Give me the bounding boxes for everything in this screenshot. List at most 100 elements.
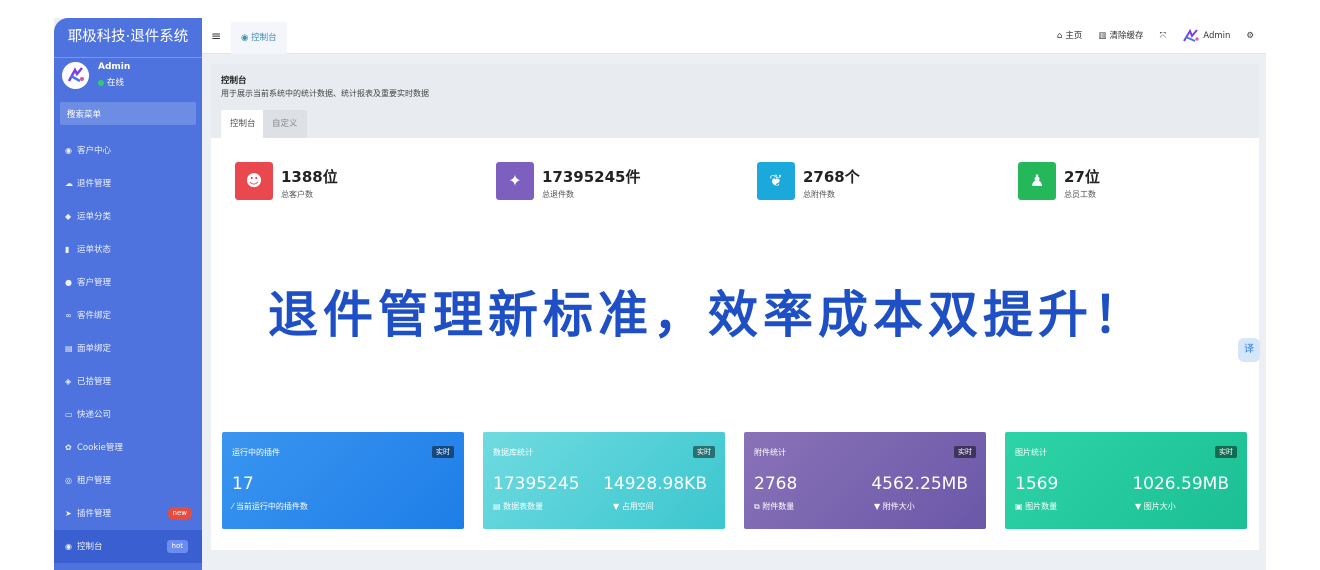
table-icon: ▤ [493,502,504,511]
sidebar-item-return-management[interactable]: ☁ 退件管理 [54,167,202,200]
card-title: 运行中的插件 [232,448,280,457]
sidebar-item-tenant-management[interactable]: ◎ 租户管理 [54,464,202,497]
tab-custom[interactable]: 自定义 [263,110,307,138]
sidebar-item-waybill-category[interactable]: ◆ 运单分类 [54,200,202,233]
card-subtitle-secondary: ▼ 图片大小 [1135,502,1176,511]
menu-toggle-icon[interactable]: ≡ [211,18,221,54]
realtime-badge: 实时 [1215,446,1237,458]
dashboard-icon: ◉ [65,542,72,551]
card-value: 17395245 [493,474,580,494]
stat-value: 27位 [1064,168,1100,186]
stat-value: 17395245件 [542,168,641,186]
user-name: Admin [98,62,131,72]
filter-icon: ▼ [613,502,622,511]
card-subtitle: ▤ 数据表数量 [493,502,544,511]
stat-label: 总退件数 [542,190,574,199]
users-icon: ☻ [235,162,273,200]
card-title: 附件统计 [754,448,786,457]
sidebar-item-waybill-status[interactable]: ▮ 运单状态 [54,233,202,266]
tab-dashboard[interactable]: ◉ 控制台 [231,22,287,54]
card-subtitle: ⁄ 当前运行中的插件数 [232,502,308,511]
card-title: 数据库统计 [493,448,533,457]
card-running-plugins: 运行中的插件 实时 17 ⁄ 当前运行中的插件数 [222,432,464,529]
card-title: 图片统计 [1015,448,1047,457]
new-badge: new [167,507,192,520]
dashboard-icon: ◉ [241,33,252,43]
user-menu[interactable]: Admin [1182,18,1230,54]
search-input[interactable]: 搜索菜单 ⌕ [60,102,196,125]
translate-button[interactable]: 译 [1238,338,1260,362]
sidebar-item-customer-center[interactable]: ◉ 客户中心 [54,134,202,167]
app-title: 耶极科技·退件系统 [54,18,202,58]
home-button[interactable]: ⌂ 主页 [1057,18,1082,54]
card-value: 1569 [1015,474,1059,494]
sidebar-item-customer-management[interactable]: ● 客户管理 [54,266,202,299]
sidebar-item-customer-binding[interactable]: ∞ 客件绑定 [54,299,202,332]
home-icon: ⌂ [1057,31,1063,41]
user-status: 在线 [98,76,124,88]
realtime-badge: 实时 [954,446,976,458]
sidebar-item-plugin-management[interactable]: ➤ 插件管理 new [54,497,202,530]
hot-badge: hot [166,540,188,553]
panel-header: 控制台 用于展示当前系统中的统计数据、统计报表及重要实时数据 控制台 自定义 [211,64,1259,148]
stat-label: 总员工数 [1064,190,1096,199]
tab-dashboard-panel[interactable]: 控制台 [221,110,265,138]
card-value-secondary: 1026.59MB [1132,474,1229,494]
filter-icon: ▼ [1135,502,1144,511]
sidebar-item-cookie-management[interactable]: ✿ Cookie管理 [54,431,202,464]
bookmark-icon: ▮ [65,245,70,254]
cookie-icon: ✿ [65,443,72,452]
avatar[interactable] [62,62,89,89]
sidebar-item-label-binding[interactable]: ▤ 面单绑定 [54,332,202,365]
card-subtitle: ▣ 图片数量 [1015,502,1058,511]
tag-icon: ◆ [65,212,72,221]
user-panel: Admin 在线 [54,58,202,100]
promo-headline: 退件管理新标准，效率成本双提升！ [268,285,1148,344]
fullscreen-icon[interactable]: ⤧ [1159,18,1166,54]
online-dot-icon [98,79,104,86]
user-circle-icon: ◎ [65,476,72,485]
sidebar-item-dashboard[interactable]: ◉ 控制台 hot [54,530,202,563]
user-icon: ♟ [1018,162,1056,200]
binoculars-icon: ∞ [65,311,72,320]
card-value: 2768 [754,474,798,494]
clear-cache-button[interactable]: ▥ 清除缓存 [1098,18,1143,54]
card-attachments: 附件统计 实时 2768 4562.25MB ⧉ 附件数量 ▼ 附件大小 [744,432,986,529]
page-title: 控制台 [221,76,247,86]
dashboard-icon: ◉ [65,146,72,155]
stat-value: 1388位 [281,168,338,186]
top-bar-actions: ⌂ 主页 ▥ 清除缓存 ⤧ Admin ⚙ [1057,18,1254,54]
sidebar-menu: ◉ 客户中心 ☁ 退件管理 ◆ 运单分类 ▮ 运单状态 ● 客户管理 ∞ 客件绑定 ▤ 面单绑… [54,134,202,563]
stat-label: 总附件数 [803,190,835,199]
card-value-secondary: 4562.25MB [871,474,968,494]
stat-value: 2768个 [803,168,860,186]
leaf-icon: ❦ [757,162,795,200]
cloud-icon: ☁ [65,179,73,188]
search-icon[interactable]: ⌕ [67,106,190,117]
realtime-badge: 实时 [693,446,715,458]
sidebar-item-courier-company[interactable]: ▭ 快递公司 [54,398,202,431]
card-subtitle: ⧉ 附件数量 [754,502,795,511]
rocket-icon: ➤ [65,509,72,518]
card-subtitle-secondary: ▼ 占用空间 [613,502,654,511]
filter-icon: ▼ [874,502,883,511]
stat-label: 总客户数 [281,190,313,199]
admin-avatar-icon [1183,28,1199,42]
card-value-secondary: 14928.98KB [603,474,707,494]
inbox-icon: ▭ [65,410,73,419]
sidebar: 耶极科技·退件系统 Admin 在线 搜索菜单 ⌕ ◉ 客户中心 ☁ 退件管理 ◆ 运… [54,18,202,570]
top-bar: ≡ ◉ 控制台 ⌂ 主页 ▥ 清除缓存 ⤧ Admin ⚙ [202,18,1266,54]
card-images: 图片统计 实时 1569 1026.59MB ▣ 图片数量 ▼ 图片大小 [1005,432,1247,529]
image-icon: ▣ [1015,502,1026,511]
card-subtitle-secondary: ▼ 附件大小 [874,502,915,511]
settings-icon[interactable]: ⚙ [1246,18,1254,54]
card-value: 17 [232,474,254,494]
sidebar-item-picked-management[interactable]: ◈ 已拾管理 [54,365,202,398]
card-database: 数据库统计 实时 17395245 14928.98KB ▤ 数据表数量 ▼ 占… [483,432,725,529]
user-icon: ● [65,278,72,287]
trash-icon: ▥ [1098,31,1107,41]
shield-icon: ◈ [65,377,72,386]
realtime-badge: 实时 [432,446,454,458]
page-description: 用于展示当前系统中的统计数据、统计报表及重要实时数据 [221,89,429,98]
cart-icon: ▤ [65,344,73,353]
